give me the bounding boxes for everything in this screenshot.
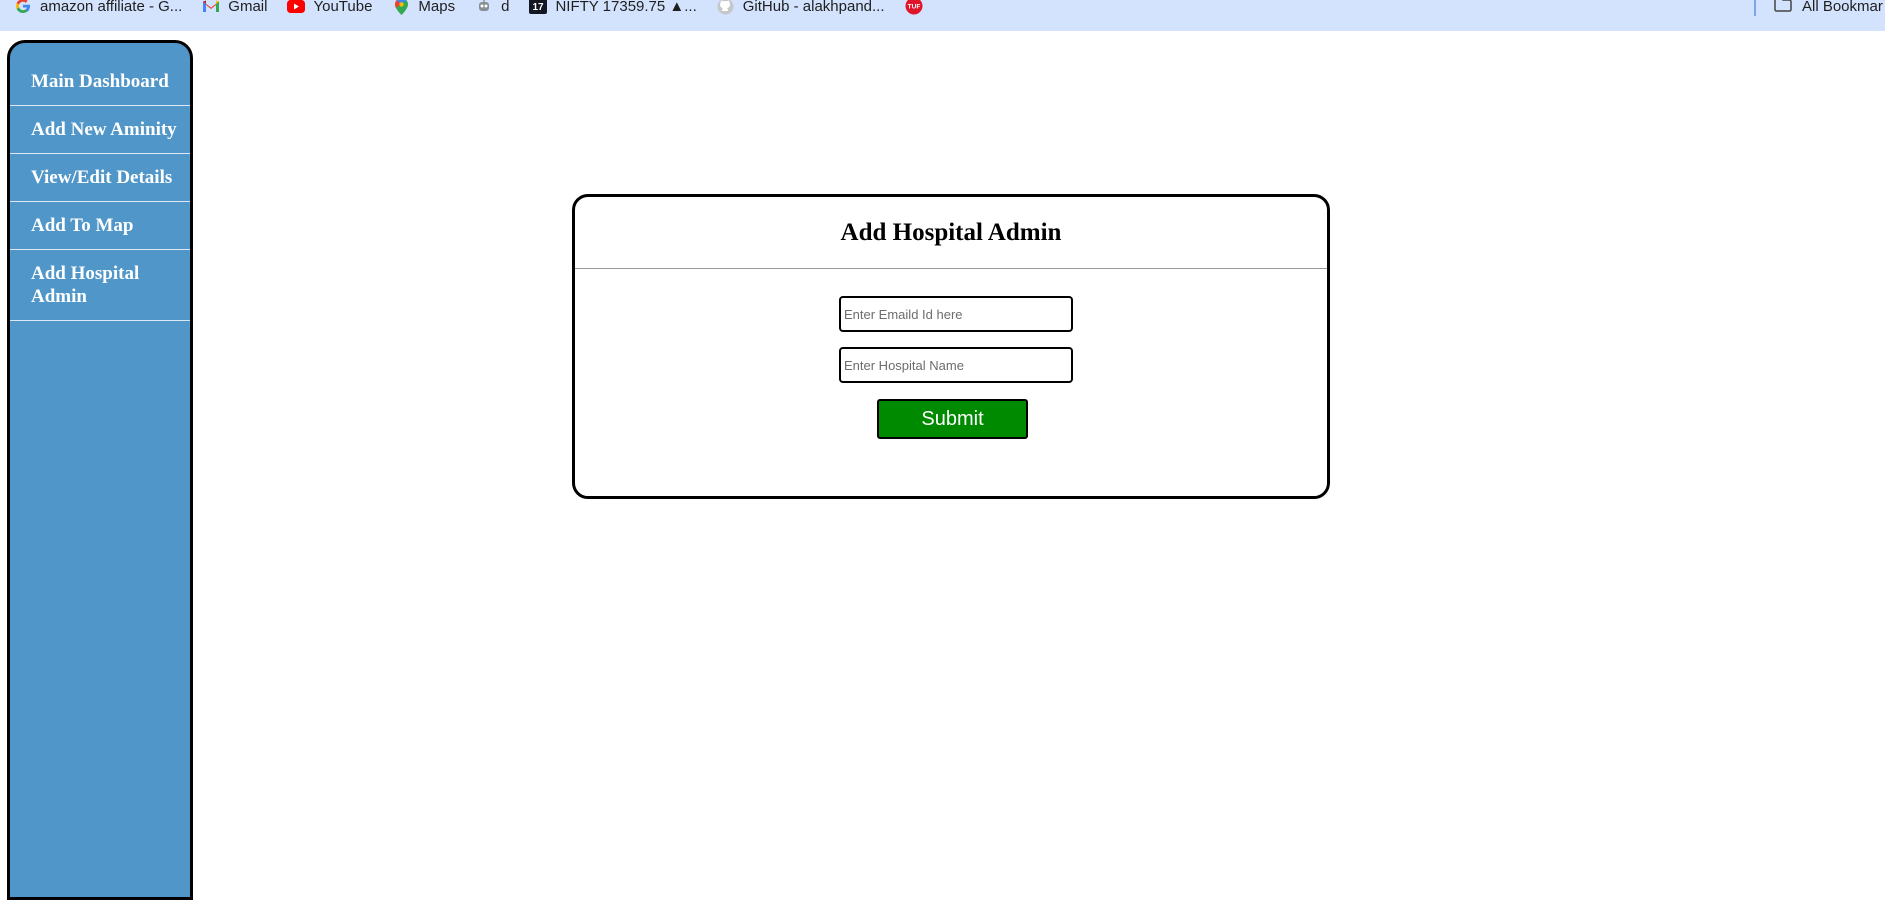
form-divider [575, 268, 1327, 269]
sidebar-item-view-edit-details[interactable]: View/Edit Details [10, 154, 190, 202]
bookmark-label: GitHub - alakhpand... [742, 0, 885, 15]
bookmark-nifty[interactable]: 17 NIFTY 17359.75 ▲... [529, 0, 697, 15]
add-hospital-admin-card: Add Hospital Admin Submit [572, 194, 1330, 499]
bookmarks-bar: amazon affiliate - G... Gmail YouTube Ma… [0, 0, 1885, 31]
bookmark-label: Maps [418, 0, 456, 15]
bookmark-all-bookmarks[interactable]: All Bookmar [1774, 0, 1883, 16]
bookmark-label: All Bookmar [1802, 0, 1883, 15]
bookmark-amazon-affiliate[interactable]: amazon affiliate - G... [14, 0, 183, 15]
bookmark-d[interactable]: d [475, 0, 510, 15]
svg-text:17: 17 [533, 2, 545, 13]
bookmark-label: YouTube [313, 0, 373, 15]
bookmark-youtube[interactable]: YouTube [287, 0, 373, 15]
sidebar-item-main-dashboard[interactable]: Main Dashboard [10, 61, 190, 106]
bookmarks-divider [1754, 0, 1756, 16]
youtube-icon [287, 0, 306, 15]
bookmark-github[interactable]: GitHub - alakhpand... [717, 0, 885, 15]
bookmark-maps[interactable]: Maps [392, 0, 456, 15]
bookmark-label: d [501, 0, 510, 15]
tradingview-icon: 17 [529, 0, 548, 15]
bookmark-gmail[interactable]: Gmail [202, 0, 268, 15]
github-icon [717, 0, 735, 15]
bookmark-tuf[interactable]: TUF [905, 0, 931, 15]
gmail-icon [202, 0, 220, 15]
email-field[interactable] [839, 296, 1073, 332]
sidebar-item-add-hospital-admin[interactable]: Add Hospital Admin [10, 250, 190, 321]
robot-icon [475, 0, 493, 15]
maps-icon [392, 0, 410, 15]
bookmark-label: Gmail [228, 0, 268, 15]
bookmark-label: NIFTY 17359.75 ▲... [555, 0, 697, 15]
google-icon [14, 0, 32, 15]
sidebar-item-add-to-map[interactable]: Add To Map [10, 202, 190, 250]
tuf-icon: TUF [905, 0, 923, 15]
folder-icon [1774, 0, 1792, 16]
svg-text:TUF: TUF [907, 4, 920, 11]
bookmark-label: amazon affiliate - G... [40, 0, 183, 15]
sidebar: Main Dashboard Add New Aminity View/Edit… [7, 40, 193, 900]
hospital-name-field[interactable] [839, 347, 1073, 383]
sidebar-item-add-new-aminity[interactable]: Add New Aminity [10, 106, 190, 154]
form-title: Add Hospital Admin [840, 219, 1062, 246]
submit-button[interactable]: Submit [877, 399, 1028, 439]
